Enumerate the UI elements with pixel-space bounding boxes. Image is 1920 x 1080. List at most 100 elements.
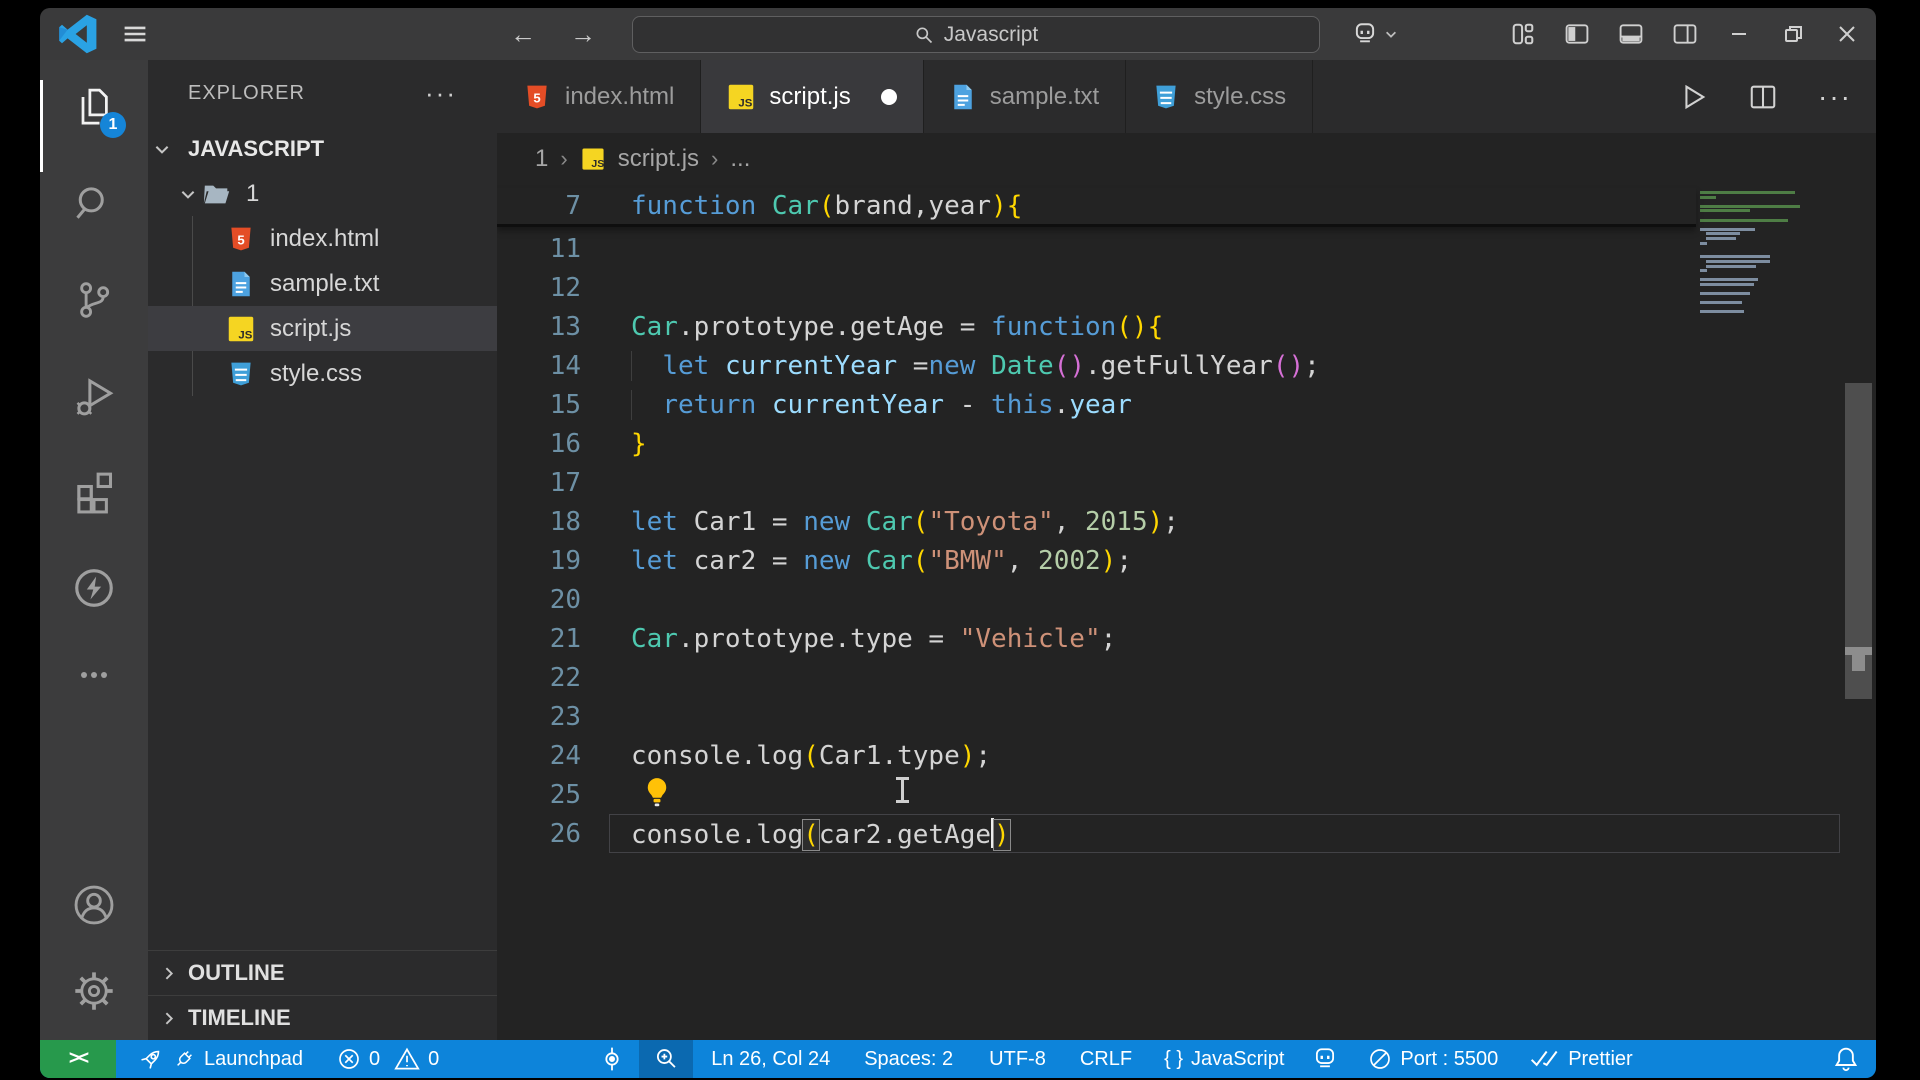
language-mode-button[interactable]: { } JavaScript	[1164, 1048, 1284, 1071]
line-number: 21	[549, 623, 581, 654]
sidebar-item-run-debug[interactable]	[40, 348, 148, 444]
toggle-secondary-sidebar-icon[interactable]	[1672, 21, 1698, 47]
source-control-icon	[73, 279, 115, 321]
nav-back-button[interactable]: ←	[510, 19, 536, 50]
cursor-position-button[interactable]: Ln 26, Col 24	[711, 1048, 830, 1071]
code-line-16[interactable]: 16}	[497, 424, 1696, 463]
sidebar-item-search[interactable]	[40, 156, 148, 252]
code-line-18[interactable]: 18 let Car1 = new Car("Toyota", 2015);	[497, 502, 1696, 541]
code-line-12[interactable]: 12	[497, 268, 1696, 307]
code-line-21[interactable]: 21 Car.prototype.type = "Vehicle";	[497, 619, 1696, 658]
restore-button[interactable]	[1780, 21, 1806, 47]
file-row-script.js[interactable]: JS script.js	[148, 306, 497, 351]
title-bar: ← → Javascript	[40, 8, 1876, 60]
bell-icon	[1834, 1046, 1858, 1072]
workspace-name: JAVASCRIPT	[188, 135, 325, 161]
toggle-primary-sidebar-icon[interactable]	[1564, 21, 1590, 47]
breadcrumb-symbol[interactable]: ...	[730, 145, 750, 173]
notifications-button[interactable]	[1834, 1046, 1858, 1072]
code-line-26[interactable]: 26 console.log(car2.getAge)	[497, 814, 1840, 853]
breadcrumb-file[interactable]: script.js	[618, 145, 699, 173]
code-line-22[interactable]: 22	[497, 658, 1696, 697]
code-line-17[interactable]: 17	[497, 463, 1696, 502]
code-line-23[interactable]: 23	[497, 697, 1696, 736]
toggle-panel-icon[interactable]	[1618, 21, 1644, 47]
zoom-indicator-button[interactable]	[639, 1040, 694, 1078]
live-server-port-button[interactable]: Port : 5500	[1368, 1047, 1498, 1071]
minimap-line	[1700, 241, 1707, 245]
minimap-line	[1700, 191, 1795, 194]
formatter-button[interactable]: Prettier	[1530, 1048, 1633, 1071]
chevron-right-icon: ›	[711, 146, 719, 171]
code-line-24[interactable]: 24 console.log(Car1.type);	[497, 736, 1696, 775]
code-line-13[interactable]: 13 Car.prototype.getAge = function(){	[497, 307, 1696, 346]
problems-button[interactable]: 0 0	[337, 1047, 439, 1071]
breadcrumb-folder[interactable]: 1	[535, 145, 548, 173]
folder-row-1[interactable]: 1	[148, 171, 497, 216]
code-line-19[interactable]: 19 let car2 = new Car("BMW", 2002);	[497, 541, 1696, 580]
sidebar-item-source-control[interactable]	[40, 252, 148, 348]
run-button[interactable]	[1678, 82, 1708, 112]
minimap-line	[1700, 301, 1742, 305]
indentation-button[interactable]: Spaces: 2	[864, 1048, 953, 1071]
explorer-more-actions-button[interactable]: ···	[425, 78, 457, 109]
sidebar-title: EXPLORER	[188, 81, 305, 104]
search-icon	[72, 182, 116, 226]
sidebar-item-explorer[interactable]: 1	[40, 60, 148, 156]
timeline-section[interactable]: TIMELINE	[148, 995, 497, 1040]
split-editor-button[interactable]	[1748, 82, 1778, 112]
extensions-icon	[72, 470, 116, 514]
command-center-search[interactable]: Javascript	[632, 16, 1320, 53]
cursor-position: Ln 26, Col 24	[711, 1047, 831, 1070]
file-name: script.js	[270, 314, 352, 342]
settings-button[interactable]	[40, 948, 148, 1034]
css-file-icon	[1152, 83, 1180, 111]
warning-count: 0	[428, 1047, 440, 1070]
tab-script.js[interactable]: JS script.js	[701, 60, 924, 133]
line-content: let car2 = new Car("BMW", 2002);	[631, 545, 1132, 576]
remote-indicator[interactable]: ><	[40, 1040, 116, 1078]
minimap[interactable]	[1700, 191, 1842, 315]
folder-name: 1	[246, 179, 260, 207]
status-bar: >< Launchpad 0 0 Ln 26, Col 24 Spaces: 2…	[40, 1040, 1876, 1078]
outline-section[interactable]: OUTLINE	[148, 950, 497, 995]
code-line-15[interactable]: 15 return currentYear - this.year	[497, 385, 1696, 424]
sidebar-item-live-server[interactable]	[40, 540, 148, 636]
launchpad-button[interactable]: Launchpad	[138, 1046, 303, 1072]
line-number: 13	[549, 311, 581, 342]
html-file-icon: 5	[226, 224, 256, 254]
code-line-20[interactable]: 20	[497, 580, 1696, 619]
minimize-button[interactable]	[1726, 21, 1752, 47]
code-line-14[interactable]: 14 let currentYear =new Date().getFullYe…	[497, 346, 1696, 385]
eol-button[interactable]: CRLF	[1080, 1048, 1132, 1071]
code-line-25[interactable]: 25	[497, 775, 1696, 814]
screencast-target-button[interactable]	[599, 1046, 625, 1072]
customize-layout-icon[interactable]	[1510, 21, 1536, 47]
copilot-status-button[interactable]	[1312, 1046, 1338, 1072]
dirty-indicator[interactable]	[880, 88, 897, 105]
more-views-button[interactable]	[40, 636, 148, 714]
encoding-button[interactable]: UTF-8	[989, 1048, 1046, 1071]
tab-sample.txt[interactable]: sample.txt	[923, 60, 1127, 133]
tab-index.html[interactable]: 5 index.html	[497, 60, 702, 133]
minimap-line	[1700, 282, 1754, 286]
minimap-line	[1706, 259, 1770, 263]
file-row-style.css[interactable]: style.css	[148, 351, 497, 396]
code-line-7[interactable]: 7 function Car(brand,year){	[497, 188, 1696, 227]
sidebar-item-extensions[interactable]	[40, 444, 148, 540]
tab-style.css[interactable]: style.css	[1126, 60, 1314, 133]
nav-forward-button[interactable]: →	[570, 19, 596, 50]
file-row-sample.txt[interactable]: sample.txt	[148, 261, 497, 306]
account-button[interactable]	[40, 862, 148, 948]
editor-more-actions-button[interactable]: ···	[1818, 81, 1852, 113]
menu-hamburger-icon[interactable]	[122, 21, 148, 47]
lightbulb-icon[interactable]	[643, 777, 671, 807]
workspace-section-javascript[interactable]: JAVASCRIPT	[148, 126, 497, 171]
close-button[interactable]	[1834, 21, 1860, 47]
code-editor[interactable]: 7 function Car(brand,year){11 12 13 Car.prot…	[497, 185, 1876, 1040]
js-file-icon: JS	[580, 146, 606, 172]
line-number: 20	[549, 584, 581, 615]
file-row-index.html[interactable]: 5 index.html	[148, 216, 497, 261]
code-line-11[interactable]: 11	[497, 229, 1696, 268]
copilot-menu[interactable]	[1352, 8, 1398, 60]
